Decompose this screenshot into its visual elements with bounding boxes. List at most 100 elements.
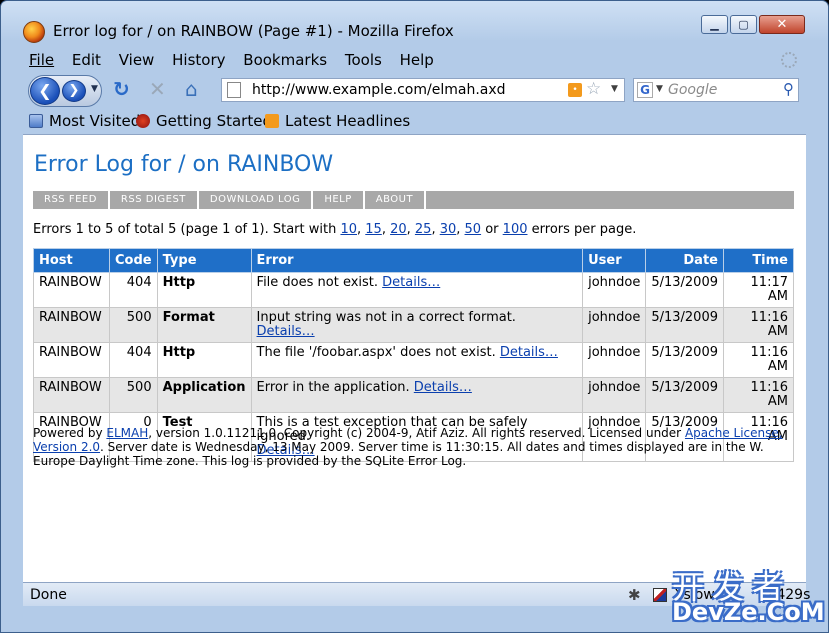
nav-rss-digest-link[interactable]: RSS DIGEST	[110, 191, 199, 209]
window-title: Error log for / on RAINBOW (Page #1) - M…	[53, 22, 454, 40]
cell-error: Input string was not in a correct format…	[250, 307, 584, 343]
bookmark-latest-headlines[interactable]: Latest Headlines	[265, 112, 410, 130]
cell-date: 5/13/2009	[645, 377, 724, 413]
nav-rss-feed-link[interactable]: RSS FEED	[33, 191, 110, 209]
table-row: RAINBOW 500 Format Input string was not …	[33, 307, 794, 343]
summary-suffix: errors per page.	[531, 222, 637, 237]
search-bar[interactable]: G ▼ ⚲	[633, 78, 799, 102]
footer-version: , version 1.0.11211.0. Copyright (c) 200…	[148, 426, 682, 440]
url-input[interactable]	[252, 80, 542, 100]
page-size-link[interactable]: 25	[415, 222, 432, 237]
most-visited-icon	[29, 114, 43, 128]
table-row: RAINBOW 404 Http File does not exist. De…	[33, 272, 794, 308]
cell-host: RAINBOW	[33, 342, 110, 378]
menu-file[interactable]: File	[29, 49, 54, 72]
history-dropdown-icon[interactable]: ▼	[91, 84, 98, 94]
nav-about-link[interactable]: ABOUT	[365, 191, 427, 209]
home-icon[interactable]: ⌂	[185, 79, 198, 99]
bookmark-label: Getting Started	[156, 112, 272, 130]
cell-user: johndoe	[582, 307, 647, 343]
speed-bar-nav: RSS FEED RSS DIGEST DOWNLOAD LOG HELP AB…	[33, 191, 794, 209]
elmah-link[interactable]: ELMAH	[106, 426, 148, 440]
cell-user: johndoe	[582, 342, 647, 378]
cell-code: 500	[109, 377, 158, 413]
cell-error: The file '/foobar.aspx' does not exist. …	[250, 342, 584, 378]
menu-bookmarks[interactable]: Bookmarks	[243, 49, 327, 72]
navigation-toolbar: ❮ ❯ ▼ ↻ ✕ ⌂ • ☆ ▼ G ▼ ⚲	[23, 72, 805, 110]
firebug-icon[interactable]: ✱	[628, 586, 641, 604]
page-size-link[interactable]: 100	[503, 222, 528, 237]
details-link[interactable]: Details…	[382, 275, 440, 290]
cell-host: RAINBOW	[33, 307, 110, 343]
details-link[interactable]: Details…	[257, 324, 315, 339]
firefox-logo-icon	[23, 21, 45, 43]
bookmarks-toolbar: Most Visited Getting Started Latest Head…	[23, 110, 805, 134]
minimize-button[interactable]: ▁	[701, 15, 728, 34]
cell-user: johndoe	[582, 377, 647, 413]
title-bar[interactable]: Error log for / on RAINBOW (Page #1) - M…	[1, 1, 828, 47]
page-content: Error Log for / on RAINBOW RSS FEED RSS …	[23, 134, 806, 582]
cell-host: RAINBOW	[33, 377, 110, 413]
magnifier-icon[interactable]: ⚲	[783, 80, 794, 98]
column-header-user: User	[582, 248, 647, 273]
error-message: File does not exist.	[256, 275, 379, 290]
column-header-type: Type	[156, 248, 252, 273]
back-button[interactable]: ❮	[30, 77, 60, 105]
table-row: RAINBOW 404 Http The file '/foobar.aspx'…	[33, 342, 794, 378]
cell-time: 11:16 AM	[723, 342, 794, 378]
nav-help-link[interactable]: HELP	[313, 191, 365, 209]
bookmark-most-visited[interactable]: Most Visited	[29, 112, 140, 130]
menu-help[interactable]: Help	[400, 49, 434, 72]
menu-history[interactable]: History	[172, 49, 225, 72]
search-input[interactable]	[668, 80, 776, 100]
cell-date: 5/13/2009	[645, 272, 724, 308]
cell-code: 404	[109, 342, 158, 378]
cell-date: 5/13/2009	[645, 307, 724, 343]
url-dropdown-icon[interactable]: ▼	[611, 84, 618, 94]
nav-download-log-link[interactable]: DOWNLOAD LOG	[199, 191, 314, 209]
error-message: The file '/foobar.aspx' does not exist.	[256, 345, 496, 360]
google-icon[interactable]: G	[637, 82, 653, 98]
bookmark-star-icon[interactable]: ☆	[586, 79, 601, 99]
menu-bar: File Edit View History Bookmarks Tools H…	[23, 49, 805, 72]
page-size-link[interactable]: 10	[340, 222, 357, 237]
bookmark-label: Latest Headlines	[285, 112, 411, 130]
cell-time: 11:16 AM	[723, 377, 794, 413]
cell-error: File does not exist. Details…	[250, 272, 584, 308]
activity-throbber-icon	[781, 52, 797, 68]
menu-edit[interactable]: Edit	[72, 49, 101, 72]
close-button[interactable]: ✕	[759, 15, 805, 34]
page-size-link[interactable]: 20	[390, 222, 407, 237]
reload-icon[interactable]: ↻	[113, 79, 130, 99]
page-size-link[interactable]: 30	[440, 222, 457, 237]
yslow-label[interactable]: Yslow	[675, 587, 715, 603]
bookmark-getting-started[interactable]: Getting Started	[136, 112, 272, 130]
yslow-icon[interactable]	[653, 588, 667, 602]
cell-code: 500	[109, 307, 158, 343]
error-message: Input string was not in a correct format…	[256, 310, 516, 325]
cell-code: 404	[109, 272, 158, 308]
back-forward-group: ❮ ❯ ▼	[28, 75, 102, 107]
back-arrow-icon: ❮	[38, 81, 52, 100]
column-header-error: Error	[250, 248, 584, 273]
page-size-link[interactable]: 15	[365, 222, 382, 237]
rss-feed-icon[interactable]: •	[568, 83, 582, 97]
column-header-time: Time	[723, 248, 794, 273]
getting-started-icon	[136, 114, 150, 128]
details-link[interactable]: Details…	[414, 380, 472, 395]
search-engine-dropdown-icon[interactable]: ▼	[656, 84, 663, 94]
maximize-button[interactable]: ▢	[730, 15, 757, 34]
details-link[interactable]: Details…	[500, 345, 558, 360]
summary-prefix: Errors 1 to 5 of total 5 (page 1 of 1). …	[33, 222, 337, 237]
menu-view[interactable]: View	[119, 49, 155, 72]
browser-window: Error log for / on RAINBOW (Page #1) - M…	[0, 0, 829, 633]
page-size-link[interactable]: 50	[465, 222, 482, 237]
page-icon	[227, 82, 241, 98]
stop-icon[interactable]: ✕	[149, 79, 166, 99]
column-header-date: Date	[645, 248, 724, 273]
address-bar[interactable]: • ☆ ▼	[221, 78, 625, 102]
cell-date: 5/13/2009	[645, 342, 724, 378]
footer-details: . Server date is Wednesday, 13 May 2009.…	[33, 440, 764, 468]
forward-button[interactable]: ❯	[62, 80, 86, 102]
menu-tools[interactable]: Tools	[345, 49, 382, 72]
